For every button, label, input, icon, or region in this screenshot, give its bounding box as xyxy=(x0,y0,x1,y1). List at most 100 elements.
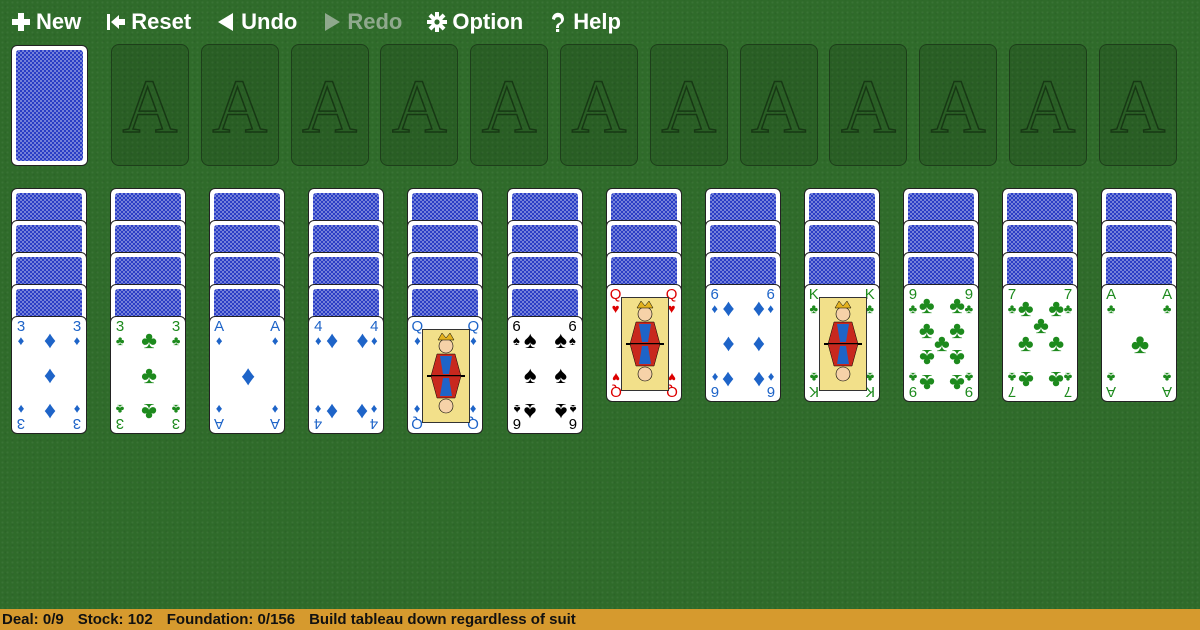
card-corner-index: A ♣ xyxy=(1160,287,1174,316)
foundation-slot-label: A xyxy=(391,65,447,149)
diamond-icon: ♦ xyxy=(73,333,81,348)
face-up-card[interactable]: 7 ♣ 7 ♣ 7 ♣ 7 ♣ ♣ ♣ ♣ ♣ ♣ ♣ ♣ xyxy=(1002,284,1078,402)
face-up-card[interactable]: 3 ♦ 3 ♦ 3 ♦ 3 ♦ ♦ ♦ ♦ xyxy=(11,316,87,434)
option-button[interactable]: Option xyxy=(426,9,523,35)
foundation-slot-label: A xyxy=(301,65,358,149)
card-back-pattern xyxy=(16,50,83,161)
diamond-icon: ♦ xyxy=(325,398,339,426)
card-corner-index: A ♣ xyxy=(1104,370,1118,400)
card-corner-index: 3 ♦ xyxy=(14,319,28,348)
reset-button[interactable]: Reset xyxy=(105,9,191,35)
foundation-slot[interactable]: A xyxy=(829,44,908,166)
foundation-slot-label: A xyxy=(122,65,178,149)
foundation-slot[interactable]: A xyxy=(919,44,998,166)
card-rank: A xyxy=(270,415,281,432)
stock-pile[interactable] xyxy=(11,45,88,166)
card-rank: 3 xyxy=(115,415,125,432)
diamond-icon: ♦ xyxy=(271,402,279,417)
diamond-icon: ♦ xyxy=(722,366,735,394)
club-icon: ♣ xyxy=(918,368,935,396)
club-icon: ♣ xyxy=(949,292,965,320)
club-icon: ♣ xyxy=(115,333,125,348)
help-label: Help xyxy=(573,9,621,34)
card-corner-index: 3 ♣ xyxy=(113,402,127,432)
card-corner-index: A ♦ xyxy=(268,319,282,348)
card-rank: K xyxy=(808,383,819,400)
face-up-card[interactable]: 4 ♦ 4 ♦ 4 ♦ 4 ♦ ♦ ♦ ♦ ♦ xyxy=(308,316,385,434)
face-up-card[interactable]: K ♣ K ♣ K ♣ K ♣ xyxy=(803,284,880,402)
foundation-slot[interactable]: A xyxy=(380,44,459,166)
card-rank: A xyxy=(1162,383,1173,400)
court-card-figure xyxy=(422,329,471,423)
foundation-slot[interactable]: A xyxy=(200,44,279,166)
face-up-card[interactable]: A ♦ A ♦ A ♦ A ♦ ♦ xyxy=(209,316,286,434)
foundation-slot[interactable]: A xyxy=(1009,44,1087,166)
spade-icon: ♠ xyxy=(554,326,568,354)
toolbar: New Reset Undo Redo Option Help xyxy=(10,6,621,38)
face-up-card[interactable]: Q ♦ Q ♦ Q ♦ Q ♦ xyxy=(407,316,484,434)
diamond-icon: ♦ xyxy=(271,333,279,348)
undo-icon xyxy=(215,11,237,33)
foundation-status: Foundation: 0/156 xyxy=(166,611,296,628)
undo-button[interactable]: Undo xyxy=(215,9,297,35)
club-icon: ♣ xyxy=(171,333,181,348)
foundation-slot[interactable]: A xyxy=(290,44,369,166)
diamond-icon: ♦ xyxy=(215,402,223,417)
redo-icon xyxy=(321,11,343,33)
diamond-icon: ♦ xyxy=(752,294,765,322)
question-icon xyxy=(547,11,569,33)
club-icon: ♣ xyxy=(949,343,965,371)
club-icon: ♣ xyxy=(1017,330,1034,357)
foundation-slot[interactable]: A xyxy=(739,44,818,166)
club-icon: ♣ xyxy=(949,368,965,396)
foundation-slot[interactable]: A xyxy=(111,44,189,166)
face-up-card[interactable]: 3 ♣ 3 ♣ 3 ♣ 3 ♣ ♣ ♣ ♣ xyxy=(110,316,187,434)
foundation-slot[interactable]: A xyxy=(1098,44,1177,166)
face-up-card[interactable]: 6 ♠ 6 ♠ 6 ♠ 6 ♠ ♠ ♠ ♠ ♠ ♠ ♠ xyxy=(506,316,583,434)
spade-icon: ♠ xyxy=(523,326,537,354)
rule-status: Build tableau down regardless of suit xyxy=(309,611,576,628)
club-icon: ♣ xyxy=(115,402,125,417)
diamond-icon: ♦ xyxy=(215,333,223,348)
card-rank: A xyxy=(1106,383,1117,400)
club-icon: ♣ xyxy=(1106,370,1116,385)
diamond-icon: ♦ xyxy=(43,362,57,389)
new-label: New xyxy=(36,9,82,34)
redo-button[interactable]: Redo xyxy=(321,9,402,35)
diamond-icon: ♦ xyxy=(43,398,57,426)
foundation-slot[interactable]: A xyxy=(470,44,549,166)
option-label: Option xyxy=(452,9,524,34)
help-button[interactable]: Help xyxy=(547,9,621,35)
foundation-slot-label: A xyxy=(212,65,268,149)
card-rank: 3 xyxy=(16,415,26,432)
court-card-figure xyxy=(818,297,867,391)
deal-status: Deal: 0/9 xyxy=(2,611,64,628)
spade-icon: ♠ xyxy=(554,362,568,389)
diamond-icon: ♦ xyxy=(752,366,765,394)
new-button[interactable]: New xyxy=(10,9,81,35)
club-icon: ♣ xyxy=(1162,370,1172,385)
diamond-icon: ♦ xyxy=(722,294,735,322)
card-rank: A xyxy=(214,415,225,432)
card-corner-index: 3 ♣ xyxy=(113,319,127,348)
club-icon: ♣ xyxy=(1130,328,1150,359)
diamond-icon: ♦ xyxy=(722,330,735,357)
spade-icon: ♠ xyxy=(523,398,537,426)
foundation-slot[interactable]: A xyxy=(649,44,728,166)
face-up-card[interactable]: A ♣ A ♣ A ♣ A ♣ ♣ xyxy=(1101,284,1178,402)
reset-icon xyxy=(105,11,127,33)
card-corner-index: 3 ♦ xyxy=(70,402,84,432)
foundation-slot[interactable]: A xyxy=(560,44,638,166)
foundation-slot-label: A xyxy=(661,65,717,149)
face-up-card[interactable]: 6 ♦ 6 ♦ 6 ♦ 6 ♦ ♦ ♦ ♦ ♦ ♦ ♦ xyxy=(704,284,781,402)
face-up-card[interactable]: 9 ♣ 9 ♣ 9 ♣ 9 ♣ ♣ ♣ ♣ ♣ ♣ ♣ ♣ ♣ ♣ xyxy=(902,284,979,402)
spade-icon: ♠ xyxy=(554,398,568,426)
foundation-slot-label: A xyxy=(1110,65,1166,149)
diamond-icon: ♦ xyxy=(752,330,765,357)
gear-icon xyxy=(426,11,448,33)
foundation-slot-label: A xyxy=(930,65,986,149)
card-corner-index: 3 ♣ xyxy=(169,402,183,432)
face-up-card[interactable]: Q ♥ Q ♥ Q ♥ Q ♥ xyxy=(605,284,682,402)
club-icon: ♣ xyxy=(1162,301,1172,316)
diamond-icon: ♦ xyxy=(43,326,57,354)
